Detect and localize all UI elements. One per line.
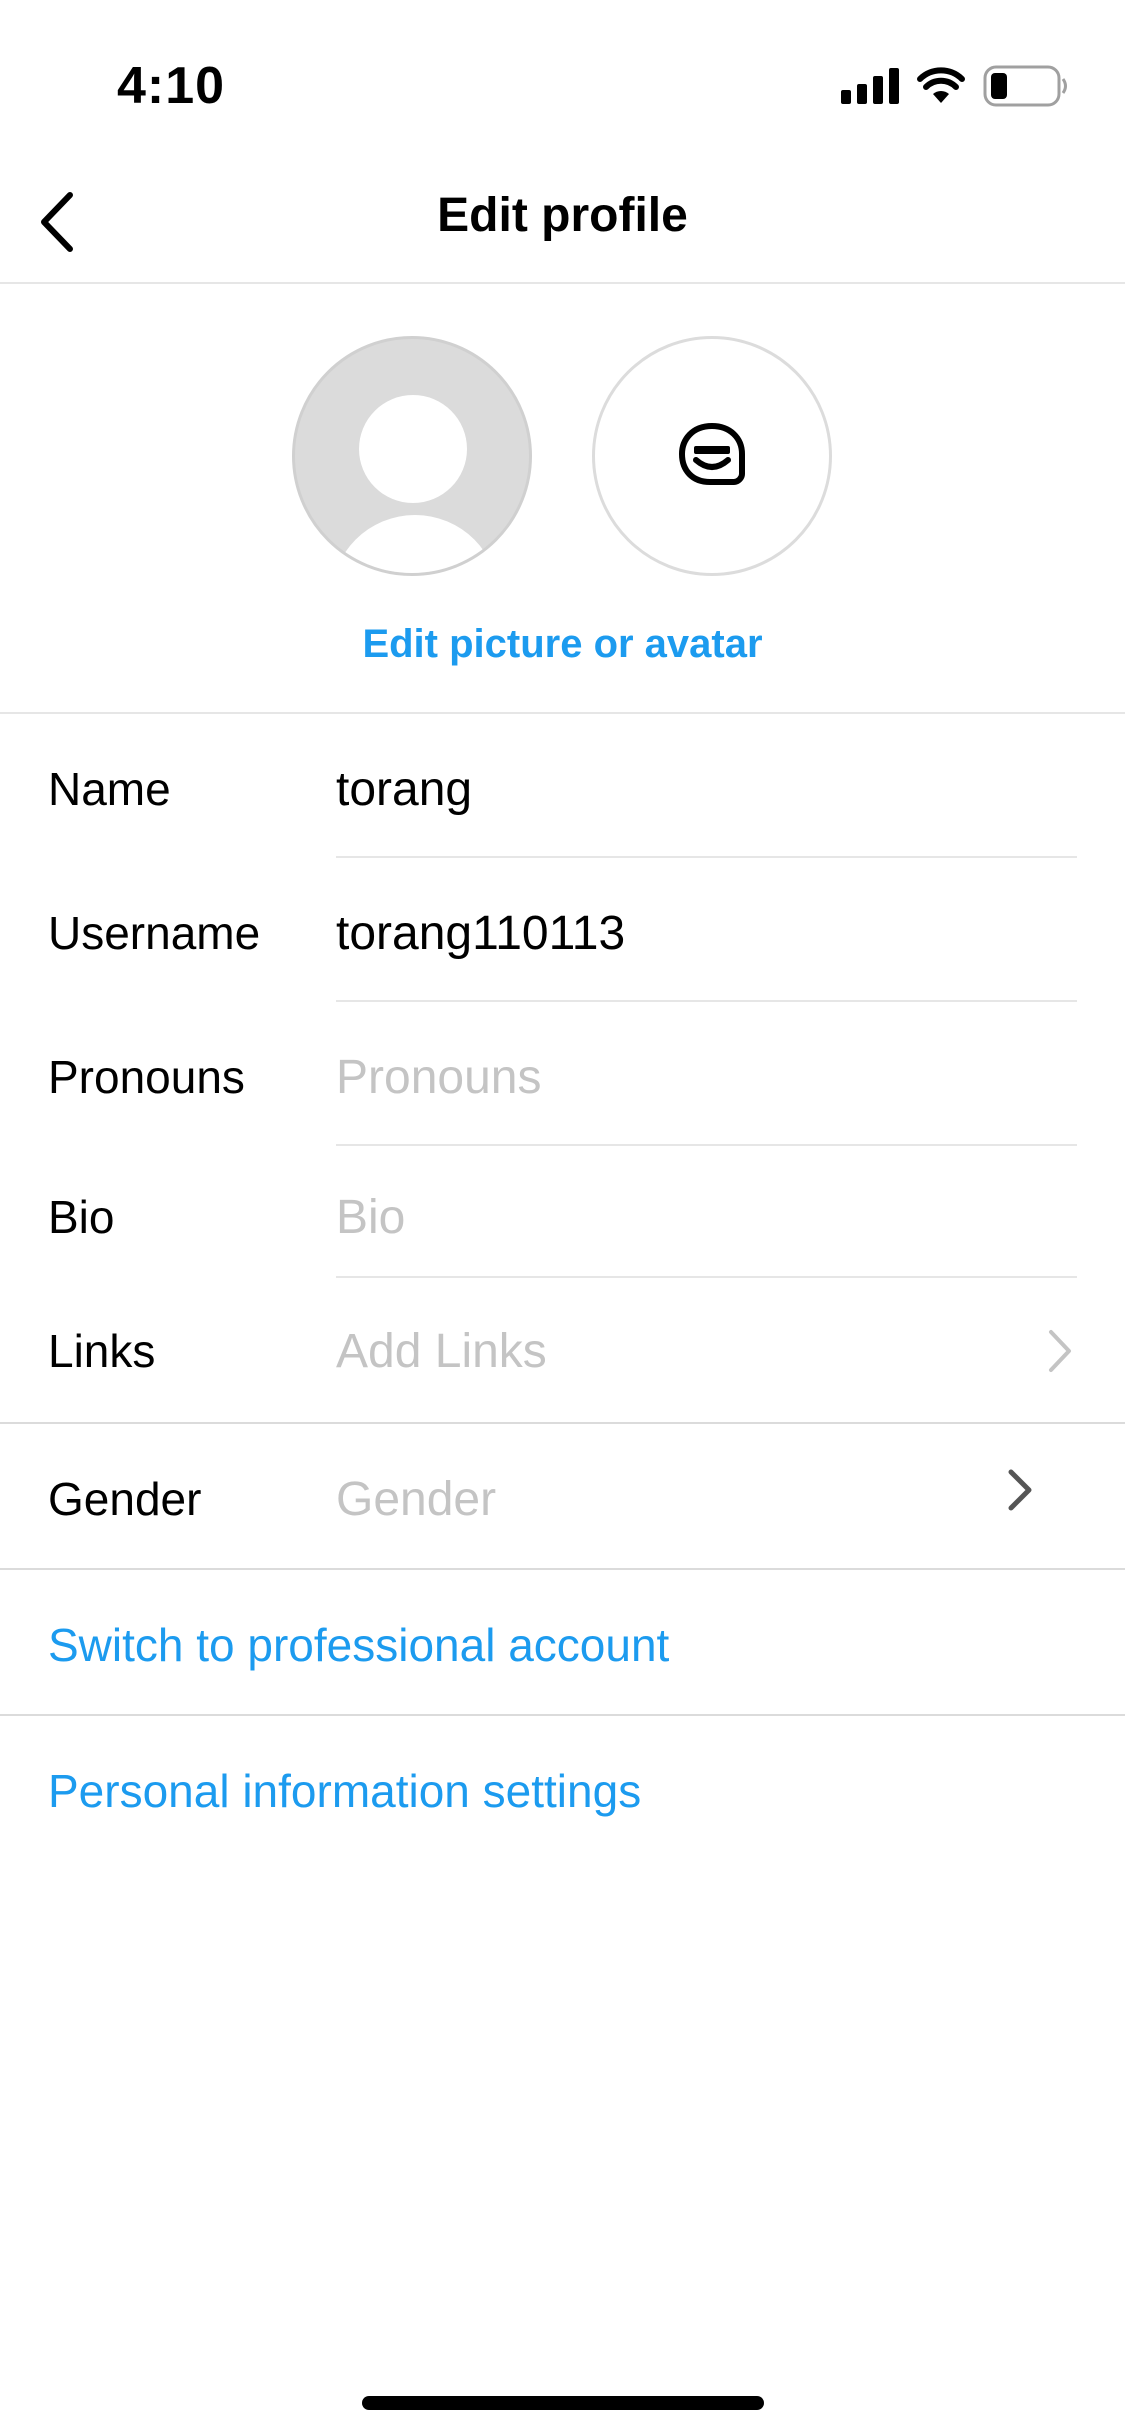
links-label: Links: [48, 1325, 156, 1377]
default-avatar-body: [331, 515, 499, 573]
switch-professional-link[interactable]: Switch to professional account: [48, 1618, 669, 1672]
default-avatar-icon: [359, 395, 467, 503]
avatar-section: Edit picture or avatar: [0, 284, 1125, 714]
bio-label: Bio: [48, 1191, 115, 1243]
links-input[interactable]: Add Links: [336, 1324, 547, 1379]
pronouns-input[interactable]: Pronouns: [336, 1050, 541, 1105]
home-indicator[interactable]: [362, 2396, 764, 2410]
battery-icon: [983, 65, 1067, 107]
page-title: Edit profile: [437, 189, 688, 242]
status-icons: [841, 64, 1069, 108]
wifi-icon: [917, 67, 965, 103]
signal-icon: [841, 68, 899, 104]
chevron-right-icon: [1049, 1330, 1071, 1372]
bio-input[interactable]: Bio: [336, 1190, 405, 1245]
profile-photo[interactable]: [292, 336, 532, 576]
nav-bar: Edit profile: [0, 160, 1125, 284]
gender-input[interactable]: Gender: [336, 1472, 496, 1527]
gender-row[interactable]: Gender Gender: [0, 1424, 1125, 1570]
username-input[interactable]: torang110113: [336, 906, 625, 961]
name-label: Name: [48, 763, 171, 815]
avatar-face-icon: [679, 423, 745, 485]
edit-picture-link[interactable]: Edit picture or avatar: [0, 622, 1125, 667]
name-row: Name torang: [0, 714, 1125, 858]
username-row: Username torang110113: [0, 858, 1125, 1002]
switch-professional-row[interactable]: Switch to professional account: [0, 1570, 1125, 1716]
name-input[interactable]: torang: [336, 762, 472, 817]
pronouns-row: Pronouns Pronouns: [0, 1002, 1125, 1146]
status-time: 4:10: [117, 57, 226, 115]
username-label: Username: [48, 907, 261, 959]
personal-info-link[interactable]: Personal information settings: [48, 1764, 641, 1818]
edit-profile-screen: 4:10 Edit profile Edit picture or avatar…: [0, 0, 1125, 2436]
gender-label: Gender: [48, 1473, 202, 1525]
links-row[interactable]: Links Add Links: [0, 1278, 1125, 1424]
chevron-right-icon: [1008, 1469, 1032, 1511]
avatar-button[interactable]: [592, 336, 832, 576]
pronouns-label: Pronouns: [48, 1051, 245, 1103]
personal-info-row[interactable]: Personal information settings: [0, 1716, 1125, 1862]
bio-row: Bio Bio: [0, 1146, 1125, 1278]
